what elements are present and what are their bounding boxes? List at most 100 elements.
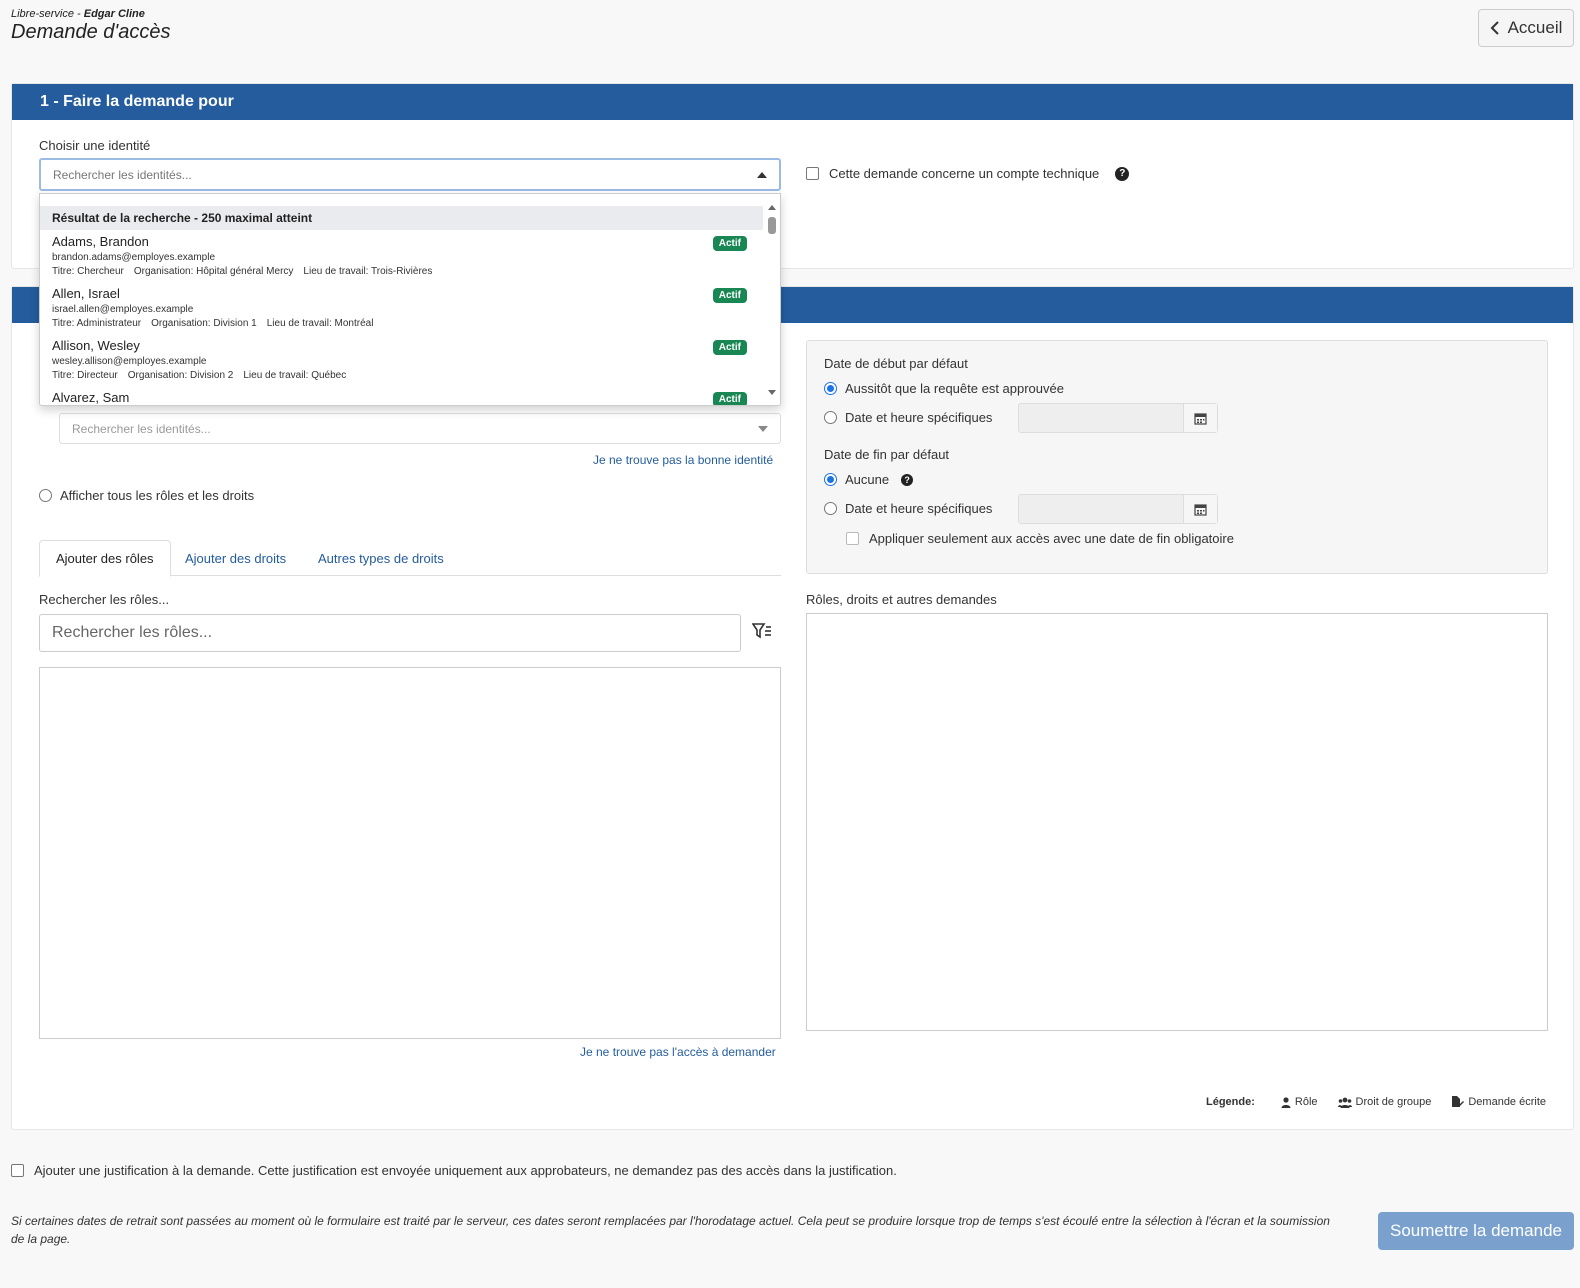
technical-account-option[interactable]: Cette demande concerne un compte techniq…	[806, 166, 1130, 181]
breadcrumb-user: Edgar Cline	[83, 8, 145, 20]
submit-button[interactable]: Soumettre la demande	[1378, 1212, 1574, 1250]
help-icon[interactable]: ?	[1115, 166, 1130, 181]
end-none-option[interactable]: Aucune ?	[824, 472, 914, 487]
start-date-label: Date de début par défaut	[824, 356, 968, 371]
identity-name: Allison, Wesley	[52, 338, 140, 353]
end-specific-option[interactable]: Date et heure spécifiques	[824, 501, 992, 516]
show-all-label: Afficher tous les rôles et les droits	[60, 488, 255, 503]
legend-written: Demande écrite	[1468, 1096, 1547, 1108]
end-specific-label: Date et heure spécifiques	[845, 501, 993, 516]
home-button-label: Accueil	[1507, 18, 1563, 37]
identity-email: brandon.adams@employes.example	[52, 252, 216, 263]
end-date-input[interactable]	[1018, 494, 1218, 524]
user-icon	[1281, 1096, 1291, 1108]
apply-only-label: Appliquer seulement aux accès avec une d…	[869, 531, 1234, 546]
home-button[interactable]: Accueil	[1478, 9, 1574, 47]
end-none-label: Aucune	[845, 472, 890, 487]
calendar-icon[interactable]	[1183, 495, 1217, 523]
selected-items-box[interactable]	[806, 613, 1548, 1031]
tab-add-roles[interactable]: Ajouter des rôles	[39, 540, 171, 577]
start-immediate-option[interactable]: Aussitôt que la requête est approuvée	[824, 381, 1064, 396]
identity-email: israel.allen@employes.example	[52, 304, 194, 315]
users-icon	[1337, 1097, 1352, 1108]
status-badge: Actif	[712, 392, 747, 405]
end-none-radio[interactable]	[824, 473, 837, 486]
identity-title: Titre: Directeur	[52, 370, 118, 381]
identity-dropdown[interactable]: Résultat de la recherche - 250 maximal a…	[39, 193, 781, 406]
legend-group: Droit de groupe	[1355, 1096, 1432, 1108]
identity-name: Alvarez, Sam	[52, 390, 130, 405]
chevron-left-icon	[1490, 21, 1499, 35]
scroll-up-icon[interactable]	[768, 205, 776, 210]
identity-meta: Titre: Directeur Organisation: Division 2…	[52, 370, 356, 381]
identity-title: Titre: Chercheur	[52, 266, 124, 277]
end-specific-radio[interactable]	[824, 502, 837, 515]
status-badge: Actif	[712, 288, 747, 303]
identity-org: Organisation: Division 1	[151, 318, 257, 329]
identity-name: Allen, Israel	[52, 286, 120, 301]
dropdown-scrollbar[interactable]	[763, 194, 780, 405]
identity-select[interactable]: Rechercher les identités...	[39, 158, 781, 191]
legend: Légende: Rôle Droit de groupe Demande éc…	[1206, 1096, 1546, 1108]
show-all-option[interactable]: Afficher tous les rôles et les droits	[39, 488, 254, 503]
caret-up-icon	[757, 171, 767, 178]
roles-list-box[interactable]	[39, 667, 781, 1039]
start-date-input[interactable]	[1018, 403, 1218, 433]
calendar-icon[interactable]	[1183, 404, 1217, 432]
roles-search-label: Rechercher les rôles...	[39, 592, 170, 607]
tab-other-rights[interactable]: Autres types de droits	[302, 540, 460, 576]
help-icon[interactable]: ?	[901, 473, 914, 486]
roles-search-input[interactable]: Rechercher les rôles...	[39, 614, 741, 652]
identity-meta: Titre: Chercheur Organisation: Hôpital gé…	[52, 266, 442, 277]
technical-account-checkbox[interactable]	[806, 167, 819, 180]
identity-org: Organisation: Division 2	[127, 370, 234, 381]
start-immediate-label: Aussitôt que la requête est approuvée	[845, 381, 1064, 396]
identity-name: Adams, Brandon	[52, 234, 149, 249]
justification-label: Ajouter une justification à la demande. …	[34, 1163, 897, 1178]
breadcrumb: Libre-service - Edgar Cline	[11, 8, 145, 20]
legend-role: Rôle	[1294, 1096, 1318, 1108]
breadcrumb-prefix: Libre-service -	[11, 8, 84, 20]
show-all-radio[interactable]	[39, 489, 52, 502]
section1-title: 1 - Faire la demande pour	[40, 93, 234, 110]
identity-location: Lieu de travail: Montréal	[266, 318, 374, 329]
identity-title: Titre: Administrateur	[52, 318, 142, 329]
identity-email: wesley.allison@employes.example	[52, 356, 207, 367]
start-specific-radio[interactable]	[824, 411, 837, 424]
identity-select-placeholder: Rechercher les identités...	[53, 167, 192, 182]
status-badge: Actif	[712, 340, 747, 355]
technical-account-label: Cette demande concerne un compte techniq…	[829, 166, 1100, 181]
filter-icon[interactable]	[752, 622, 772, 640]
list-item[interactable]: Allison, Wesley wesley.allison@employes.…	[40, 334, 763, 386]
no-access-link[interactable]: Je ne trouve pas l'accès à demander	[580, 1045, 776, 1059]
identity-org: Organisation: Hôpital général Mercy	[133, 266, 294, 277]
end-date-label: Date de fin par défaut	[824, 447, 950, 462]
scroll-thumb[interactable]	[768, 217, 776, 234]
start-specific-option[interactable]: Date et heure spécifiques	[824, 410, 992, 425]
list-item[interactable]: Allen, Israel israel.allen@employes.exam…	[40, 282, 763, 334]
list-item[interactable]: Alvarez, Sam Actif	[40, 386, 763, 405]
justification-checkbox[interactable]	[11, 1164, 24, 1177]
start-specific-label: Date et heure spécifiques	[845, 410, 993, 425]
status-badge: Actif	[712, 236, 747, 251]
secondary-identity-select[interactable]: Rechercher les identités...	[59, 413, 781, 444]
selected-items-label: Rôles, droits et autres demandes	[806, 592, 997, 607]
footer-note: Si certaines dates de retrait sont passé…	[11, 1214, 1330, 1246]
identity-label: Choisir une identité	[39, 138, 151, 153]
tab-bar: Ajouter des rôles Ajouter des droits Aut…	[39, 540, 781, 577]
identity-location: Lieu de travail: Trois-Rivières	[303, 266, 433, 277]
list-item[interactable]: Adams, Brandon brandon.adams@employes.ex…	[40, 230, 763, 282]
scroll-down-icon[interactable]	[768, 390, 776, 395]
apply-only-checkbox[interactable]	[846, 532, 859, 545]
start-immediate-radio[interactable]	[824, 382, 837, 395]
file-edit-icon	[1452, 1096, 1465, 1107]
secondary-identity-placeholder: Rechercher les identités...	[72, 421, 211, 436]
apply-only-option[interactable]: Appliquer seulement aux accès avec une d…	[846, 531, 1234, 546]
identity-location: Lieu de travail: Québec	[243, 370, 347, 381]
identity-meta: Titre: Administrateur Organisation: Divis…	[52, 318, 383, 329]
tab-add-rights[interactable]: Ajouter des droits	[169, 540, 302, 576]
wrong-identity-link[interactable]: Je ne trouve pas la bonne identité	[593, 453, 773, 467]
justification-option[interactable]: Ajouter une justification à la demande. …	[11, 1163, 897, 1178]
dropdown-header: Résultat de la recherche - 250 maximal a…	[40, 206, 763, 230]
caret-down-icon	[758, 425, 768, 432]
